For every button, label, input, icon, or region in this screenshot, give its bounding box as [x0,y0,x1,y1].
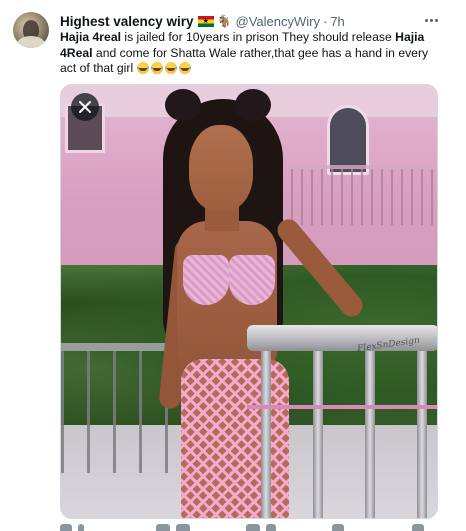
laughing-emoji-icon [136,62,149,74]
separator: · [322,13,328,29]
user-handle[interactable]: @ValencyWiry [236,14,320,29]
laughing-emoji-icon [150,62,163,74]
tweet-action-bar [60,524,438,531]
tweet-card[interactable]: Highest valency wiry 🐐 @ValencyWiry · 7h… [0,0,466,531]
retweet-icon[interactable] [156,524,170,531]
reply-icon[interactable] [60,524,72,531]
display-name[interactable]: Highest valency wiry [60,14,194,29]
bold-mention: Hajia 4real [60,30,121,44]
close-icon[interactable] [71,93,99,121]
tweet-text: Hajia 4real is jailed for 10years in pri… [60,30,440,77]
photo-railing [247,325,437,518]
reply-count [78,524,84,531]
laughing-emoji-icon [178,62,191,74]
text-segment: is jailed for 10years in prison They sho… [120,30,396,44]
retweet-count [176,524,190,531]
goat-icon: 🐐 [216,14,232,28]
views-icon[interactable] [332,524,344,531]
avatar[interactable] [13,12,49,48]
text-segment: and come for Shatta Wale rather,that gee… [60,45,429,76]
timestamp[interactable]: 7h [330,14,344,29]
share-icon[interactable] [412,524,424,531]
like-icon[interactable] [246,524,260,531]
laughing-emoji-icon [164,62,177,74]
more-options-icon[interactable] [418,10,444,30]
ghana-flag-icon [197,15,214,27]
like-count [266,524,276,531]
tweet-header: Highest valency wiry 🐐 @ValencyWiry · 7h [60,12,345,30]
tweet-photo[interactable]: FlexSnDesign [60,84,438,519]
